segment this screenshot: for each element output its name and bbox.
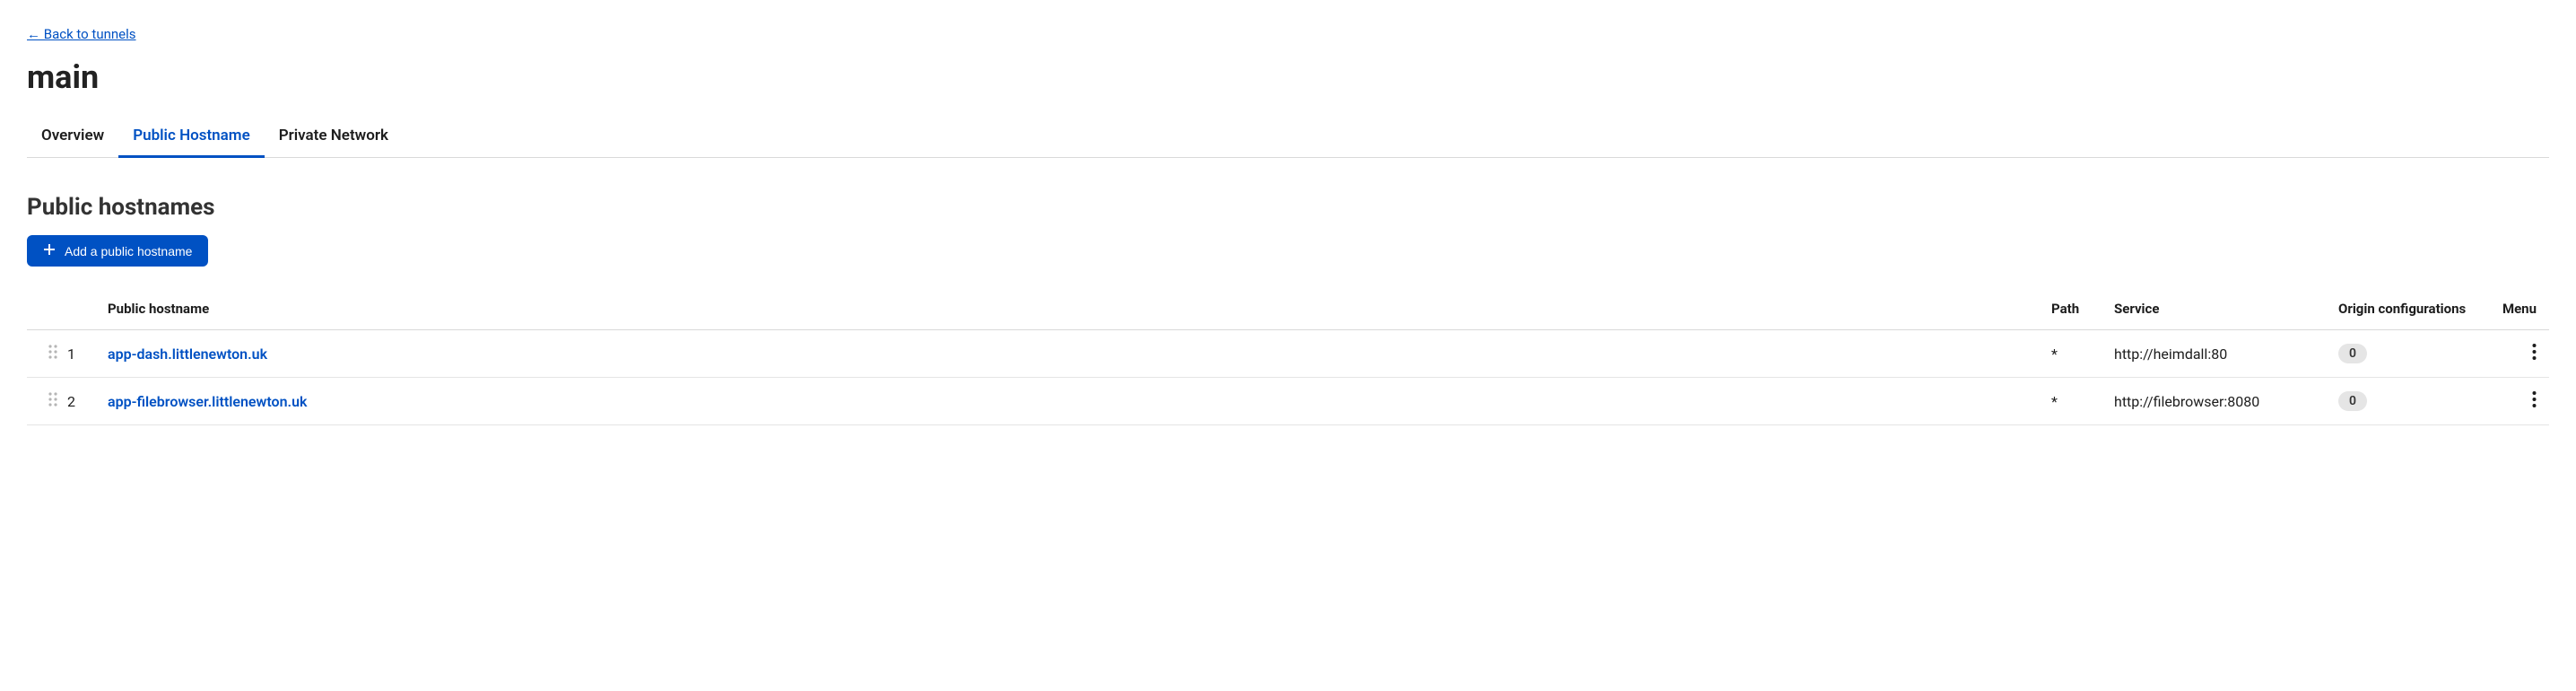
add-button-label: Add a public hostname [65, 244, 192, 258]
drag-handle-icon[interactable] [48, 391, 58, 411]
row-path: * [2051, 346, 2114, 363]
column-header-path: Path [2051, 301, 2114, 317]
table-row: 2 app-filebrowser.littlenewton.uk * http… [27, 378, 2549, 425]
column-header-hostname: Public hostname [108, 301, 2051, 317]
row-index: 2 [67, 393, 108, 410]
tab-public-hostname[interactable]: Public Hostname [118, 118, 265, 158]
tab-private-network[interactable]: Private Network [265, 118, 403, 158]
column-header-config: Origin configurations [2338, 301, 2500, 317]
row-service: http://heimdall:80 [2114, 346, 2338, 363]
page-title: main [27, 58, 2549, 96]
hostname-link[interactable]: app-dash.littlenewton.uk [108, 346, 267, 363]
tab-overview[interactable]: Overview [27, 118, 118, 158]
row-index: 1 [67, 346, 108, 363]
column-header-service: Service [2114, 301, 2338, 317]
row-service: http://filebrowser:8080 [2114, 393, 2338, 410]
row-path: * [2051, 393, 2114, 410]
drag-handle-icon[interactable] [48, 344, 58, 363]
origin-config-badge: 0 [2338, 344, 2367, 363]
tab-bar: Overview Public Hostname Private Network [27, 118, 2549, 158]
add-public-hostname-button[interactable]: Add a public hostname [27, 235, 208, 267]
plus-icon [43, 243, 56, 258]
kebab-menu-icon[interactable] [2532, 343, 2537, 364]
hostnames-table: Public hostname Path Service Origin conf… [27, 292, 2549, 425]
hostname-link[interactable]: app-filebrowser.littlenewton.uk [108, 393, 307, 410]
section-title: Public hostnames [27, 194, 2549, 221]
table-header-row: Public hostname Path Service Origin conf… [27, 292, 2549, 330]
kebab-menu-icon[interactable] [2532, 390, 2537, 412]
table-row: 1 app-dash.littlenewton.uk * http://heim… [27, 330, 2549, 378]
column-header-menu: Menu [2500, 301, 2549, 317]
origin-config-badge: 0 [2338, 391, 2367, 411]
back-to-tunnels-link[interactable]: ← Back to tunnels [27, 26, 136, 42]
